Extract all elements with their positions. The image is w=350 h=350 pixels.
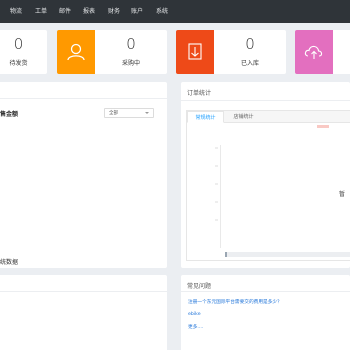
chart-tick (215, 165, 218, 167)
stat-label: 待发货 (9, 60, 28, 67)
stat-card-pending-shipment[interactable]: 0 待发货 (0, 30, 47, 74)
stat-label: 采购中 (121, 60, 140, 67)
stat-value: 0 (13, 35, 24, 53)
stat-value: 0 (245, 35, 255, 53)
order-stats-panel: 订单统计 常规统计 店铺统计 暂 (181, 82, 350, 268)
nav-item-logistics[interactable]: 物流 (10, 0, 22, 23)
chart-empty-text: 暂 (339, 191, 346, 198)
panel-divider (181, 100, 350, 101)
order-tab-box: 常规统计 店铺统计 暂 (186, 110, 350, 261)
nav-item-system[interactable]: 系统 (156, 0, 168, 23)
sales-range-select[interactable]: 全部 (104, 108, 154, 118)
panel-title: 常见问题 (187, 283, 212, 290)
user-icon (57, 30, 95, 74)
stat-card-export[interactable] (295, 30, 350, 74)
faq-panel: 常见问题 注册一个东元国际平台需要交的费用是多少？ ebike 更多.... (181, 275, 350, 350)
stat-card-stocked[interactable]: 0 已入库 (176, 30, 286, 74)
tab-general-stats[interactable]: 常规统计 (187, 111, 224, 123)
chart-scroll-handle[interactable] (225, 252, 227, 257)
stat-label: 已入库 (240, 60, 259, 67)
chart-tick (215, 201, 218, 203)
bottom-left-panel (0, 275, 167, 350)
sales-footer: 统数据 (0, 259, 19, 266)
panel-title: 订单统计 (187, 90, 212, 97)
chart-scrollbar[interactable] (225, 252, 350, 257)
faq-more-link[interactable]: 更多.... (188, 324, 203, 330)
nav-item-reports[interactable]: 报表 (83, 0, 95, 23)
inbox-icon (176, 30, 214, 74)
nav-item-account[interactable]: 账户 (131, 0, 143, 23)
nav-item-tickets[interactable]: 工单 (35, 0, 47, 23)
panel-divider (0, 291, 167, 292)
nav-item-mail[interactable]: 邮件 (59, 0, 71, 23)
sales-title: 售金额 (0, 111, 19, 118)
select-value: 全部 (109, 111, 118, 116)
top-nav: 物流 工单 邮件 报表 财务 账户 系统 (0, 0, 350, 23)
stat-card-purchasing[interactable]: 0 采购中 (57, 30, 167, 74)
nav-item-finance[interactable]: 财务 (108, 0, 120, 23)
chevron-down-icon (145, 112, 149, 114)
sales-panel: 售金额 全部 统数据 (0, 82, 167, 268)
faq-link[interactable]: 注册一个东元国际平台需要交的费用是多少？ (188, 299, 282, 305)
stat-value: 0 (126, 35, 136, 53)
faq-link[interactable]: ebike (188, 312, 201, 317)
chart-tick (215, 219, 218, 221)
chart-tick (215, 147, 218, 149)
export-icon (295, 30, 333, 74)
panel-divider (0, 98, 167, 99)
panel-divider (181, 291, 350, 292)
chart-tick (215, 183, 218, 185)
chart-y-axis (220, 145, 221, 248)
tab-store-stats[interactable]: 店铺统计 (225, 111, 262, 123)
chart-legend-marker (317, 125, 329, 128)
